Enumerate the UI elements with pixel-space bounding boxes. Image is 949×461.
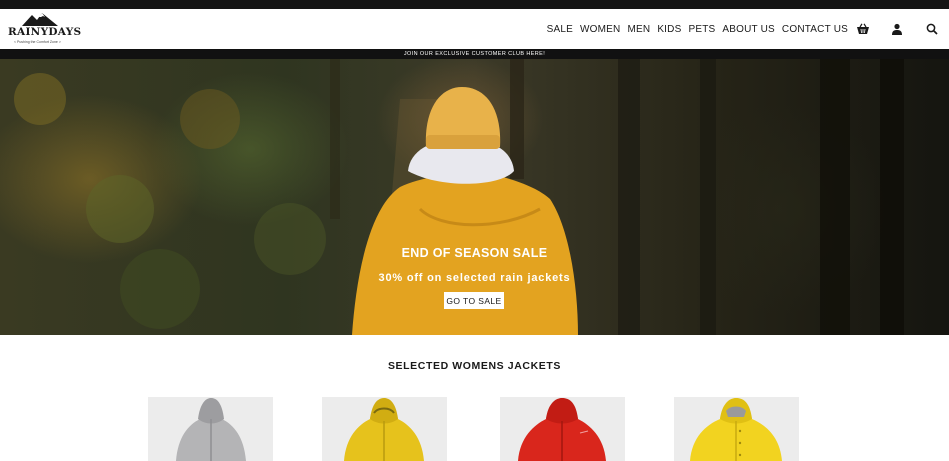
product-card[interactable] (674, 397, 799, 461)
product-image (518, 398, 606, 461)
selected-womens-jackets-title: SELECTED WOMENS JACKETS (387, 360, 562, 372)
go-to-sale-button[interactable]: GO TO SALE (444, 292, 504, 309)
main-nav: SALE WOMEN MEN KIDS PETS ABOUT US CONTAC… (547, 9, 848, 49)
customer-club-link[interactable]: JOIN OUR EXCLUSIVE CUSTOMER CLUB HERE! (404, 51, 545, 57)
nav-item-men[interactable]: MEN (627, 24, 650, 35)
top-strip (0, 0, 949, 9)
nav-item-contact-us[interactable]: CONTACT US (782, 24, 848, 35)
hero-subtitle: 30% off on selected rain jackets (378, 272, 571, 284)
search-icon[interactable] (924, 21, 940, 37)
customer-club-bar[interactable]: JOIN OUR EXCLUSIVE CUSTOMER CLUB HERE! (0, 49, 949, 59)
brand-logo[interactable]: RAINYDAYS < Pushing the Comfort Zone > (6, 12, 81, 46)
brand-tagline: < Pushing the Comfort Zone > (14, 40, 61, 44)
mountain-logo-icon (22, 13, 58, 26)
product-card[interactable] (322, 397, 447, 461)
hero-banner: END OF SEASON SALE 30% off on selected r… (0, 59, 949, 335)
product-image (690, 398, 782, 461)
product-card[interactable] (148, 397, 273, 461)
nav-item-women[interactable]: WOMEN (580, 24, 620, 35)
nav-item-about-us[interactable]: ABOUT US (722, 24, 775, 35)
basket-icon[interactable] (855, 21, 871, 37)
nav-item-kids[interactable]: KIDS (657, 24, 681, 35)
product-card[interactable] (500, 397, 625, 461)
site-header: RAINYDAYS < Pushing the Comfort Zone > S… (0, 9, 949, 49)
hero-title: END OF SEASON SALE (401, 246, 548, 260)
nav-item-sale[interactable]: SALE (547, 24, 573, 35)
product-image (344, 398, 424, 461)
product-image (176, 398, 246, 461)
nav-item-pets[interactable]: PETS (688, 24, 715, 35)
brand-name: RAINYDAYS (8, 26, 82, 38)
user-icon[interactable] (889, 21, 905, 37)
